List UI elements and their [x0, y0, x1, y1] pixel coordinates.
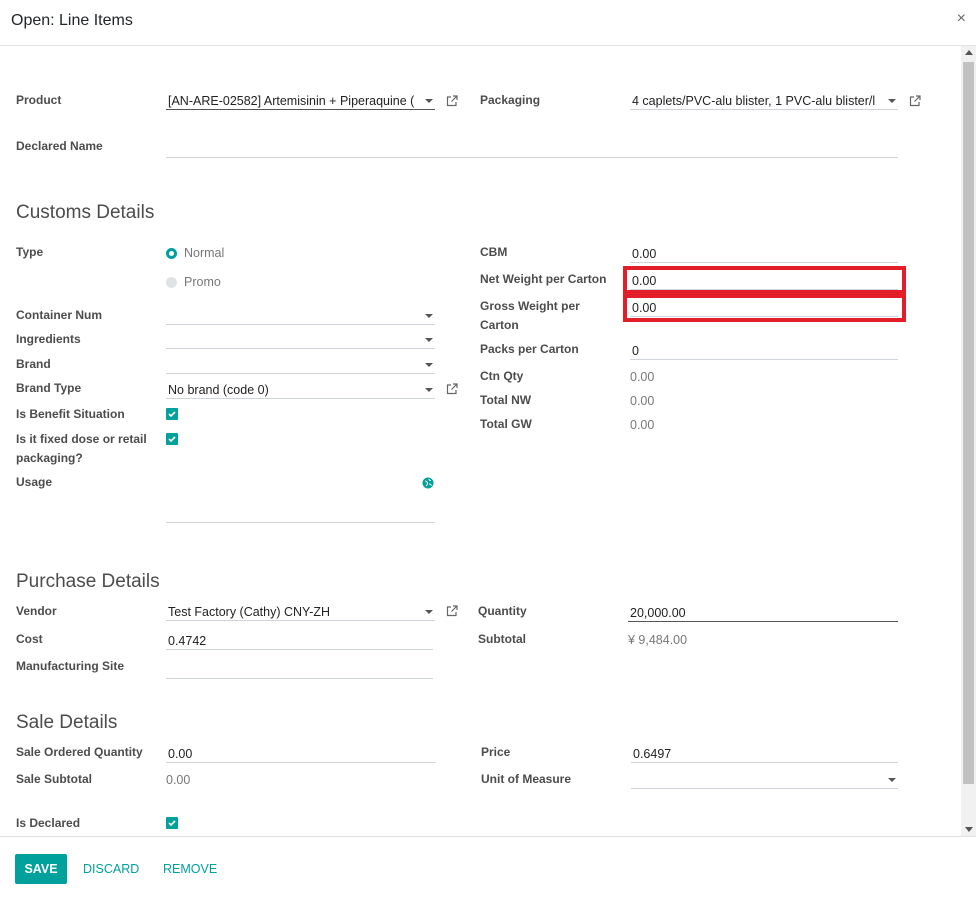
external-link-icon[interactable] — [446, 605, 458, 617]
check-icon — [168, 820, 176, 827]
cost-input[interactable]: 0.4742 — [166, 632, 433, 650]
product-label: Product — [16, 93, 62, 107]
check-icon — [168, 436, 176, 443]
sale-details-heading: Sale Details — [16, 712, 118, 733]
ctn-qty-value: 0.00 — [630, 370, 655, 384]
price-label: Price — [481, 745, 511, 759]
purchase-details-heading: Purchase Details — [16, 571, 160, 592]
declared-name-label: Declared Name — [16, 139, 103, 153]
manufacturing-site-input[interactable] — [166, 661, 433, 679]
benefit-label: Is Benefit Situation — [16, 407, 125, 421]
scrollbar[interactable] — [961, 46, 976, 836]
dialog-footer: SAVE DISCARD REMOVE — [0, 836, 976, 903]
packs-per-carton-label: Packs per Carton — [480, 342, 579, 356]
quantity-label: Quantity — [478, 604, 527, 618]
declared-name-input[interactable] — [166, 140, 898, 158]
external-link-icon[interactable] — [909, 95, 921, 107]
chevron-down-icon[interactable] — [425, 388, 433, 392]
packaging-label: Packaging — [480, 93, 541, 107]
brand-select[interactable] — [166, 356, 435, 374]
chevron-down-icon[interactable] — [888, 99, 896, 103]
remove-button[interactable]: REMOVE — [163, 854, 217, 884]
close-icon[interactable]: × — [957, 10, 966, 28]
sale-ordered-qty-input[interactable]: 0.00 — [166, 745, 436, 763]
cbm-label: CBM — [480, 245, 508, 259]
packs-per-carton-input[interactable]: 0 — [630, 342, 898, 360]
total-gw-value: 0.00 — [630, 418, 655, 432]
cost-label: Cost — [16, 632, 43, 646]
uom-label: Unit of Measure — [481, 772, 572, 786]
uom-select[interactable] — [631, 771, 898, 789]
external-link-icon[interactable] — [446, 95, 458, 107]
external-link-icon[interactable] — [446, 383, 458, 395]
fixed-dose-checkbox[interactable] — [166, 433, 178, 445]
gross-weight-label: Gross Weight per Carton — [480, 299, 580, 332]
subtotal-label: Subtotal — [478, 632, 526, 646]
vendor-select[interactable]: Test Factory (Cathy) CNY-ZH — [166, 603, 435, 621]
chevron-down-icon[interactable] — [425, 363, 433, 367]
ingredients-label: Ingredients — [16, 332, 81, 346]
net-weight-label: Net Weight per Carton — [480, 272, 607, 286]
globe-icon[interactable] — [422, 477, 434, 489]
brand-type-label: Brand Type — [16, 381, 82, 395]
usage-label: Usage — [16, 475, 53, 489]
scroll-up-icon[interactable] — [965, 50, 973, 55]
container-num-label: Container Num — [16, 308, 103, 322]
brand-label: Brand — [16, 357, 51, 371]
total-nw-value: 0.00 — [630, 394, 655, 408]
ingredients-select[interactable] — [166, 331, 435, 349]
chevron-down-icon[interactable] — [888, 778, 896, 782]
sale-subtotal-value: 0.00 — [166, 773, 191, 787]
customs-details-heading: Customs Details — [16, 202, 155, 223]
sale-ordered-qty-label: Sale Ordered Quantity — [16, 745, 143, 759]
price-input[interactable]: 0.6497 — [631, 745, 898, 763]
dialog-header: Open: Line Items × — [0, 0, 976, 46]
total-nw-label: Total NW — [480, 393, 532, 407]
scroll-thumb[interactable] — [963, 62, 974, 784]
ctn-qty-label: Ctn Qty — [480, 369, 524, 383]
dialog-title: Open: Line Items — [11, 12, 133, 29]
container-num-select[interactable] — [166, 307, 435, 325]
manufacturing-site-label: Manufacturing Site — [16, 659, 125, 673]
is-declared-checkbox[interactable] — [166, 817, 178, 829]
save-button[interactable]: SAVE — [15, 854, 67, 884]
usage-textarea[interactable] — [166, 476, 435, 523]
check-icon — [168, 411, 176, 418]
radio-promo-label[interactable]: Promo — [184, 274, 221, 290]
product-field[interactable]: [AN-ARE-02582] Artemisinin + Piperaquine… — [166, 92, 435, 110]
vendor-label: Vendor — [16, 604, 57, 618]
total-gw-label: Total GW — [480, 417, 532, 431]
benefit-checkbox[interactable] — [166, 408, 178, 420]
chevron-down-icon[interactable] — [425, 314, 433, 318]
brand-type-select[interactable]: No brand (code 0) — [166, 381, 435, 399]
is-declared-label: Is Declared — [16, 816, 81, 830]
radio-normal[interactable] — [166, 248, 177, 259]
quantity-input[interactable]: 20,000.00 — [628, 604, 898, 622]
cbm-input[interactable]: 0.00 — [630, 245, 898, 263]
highlight-box-gross-weight — [623, 294, 906, 322]
chevron-down-icon[interactable] — [425, 338, 433, 342]
discard-button[interactable]: DISCARD — [83, 854, 139, 884]
chevron-down-icon[interactable] — [425, 99, 433, 103]
chevron-down-icon[interactable] — [425, 610, 433, 614]
scroll-down-icon[interactable] — [965, 827, 973, 832]
fixed-dose-label: Is it fixed dose or retail packaging? — [16, 432, 147, 465]
radio-promo[interactable] — [166, 277, 177, 288]
subtotal-value: ¥ 9,484.00 — [628, 633, 688, 647]
radio-normal-label[interactable]: Normal — [184, 245, 224, 261]
highlight-box-net-weight — [623, 266, 906, 294]
type-label: Type — [16, 245, 44, 259]
sale-subtotal-label: Sale Subtotal — [16, 772, 93, 786]
packaging-field[interactable]: 4 caplets/PVC-alu blister, 1 PVC-alu bli… — [630, 92, 898, 110]
